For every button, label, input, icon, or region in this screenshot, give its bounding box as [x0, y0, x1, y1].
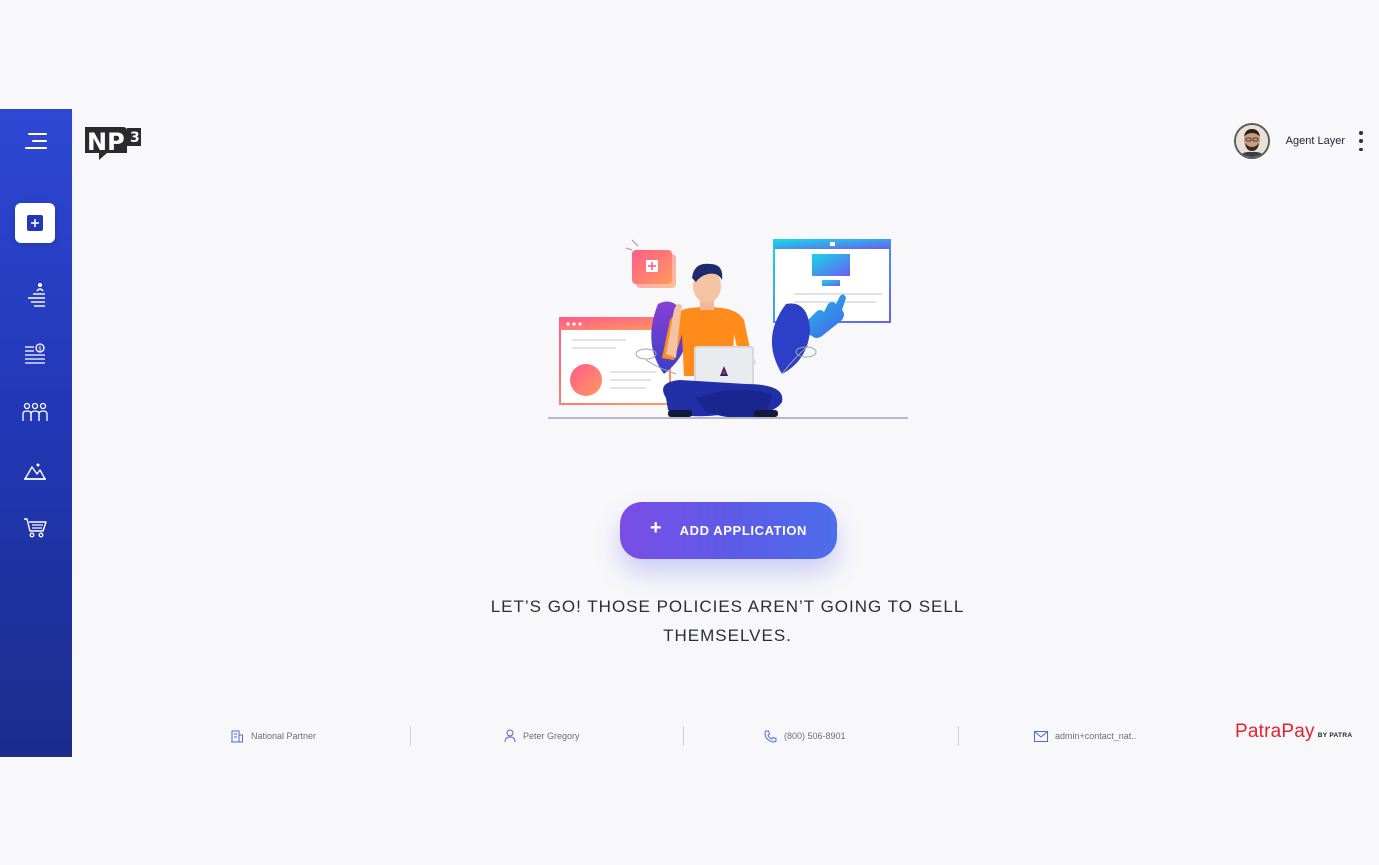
phone-icon — [764, 730, 777, 743]
user-name[interactable]: Agent Layer — [1286, 135, 1345, 147]
sidebar-item-add-application[interactable] — [15, 203, 55, 243]
phone-number: (800) 506-8901 — [784, 731, 846, 741]
np3-logo[interactable]: NP 3 — [83, 122, 143, 162]
hero-illustration — [546, 234, 910, 430]
footer-divider — [410, 726, 411, 746]
sidebar: $ — [0, 109, 72, 757]
sidebar-item-reports[interactable] — [14, 451, 56, 491]
menu-icon — [25, 133, 47, 149]
partner-name: National Partner — [251, 731, 317, 741]
cart-icon — [24, 518, 47, 538]
app-shell: $ NP 3 Agent Layer + ADD APPLICATION LET… — [0, 109, 1379, 757]
add-application-label: ADD APPLICATION — [679, 523, 808, 538]
sidebar-item-commissions[interactable]: $ — [14, 334, 56, 374]
footer-phone[interactable]: (800) 506-8901 — [764, 721, 846, 751]
plus-square-icon — [27, 215, 43, 231]
sidebar-item-team[interactable] — [14, 392, 56, 432]
dollar-list-icon: $ — [25, 343, 45, 364]
footer-contact: Peter Gregory — [504, 721, 580, 751]
sidebar-item-agents[interactable] — [14, 275, 56, 315]
svg-text:$: $ — [38, 346, 42, 353]
brand-by: BY PATRA — [1317, 732, 1353, 739]
tagline: LET’S GO! THOSE POLICIES AREN’T GOING TO… — [490, 597, 965, 645]
patrapay-logo[interactable]: PatraPay BY PATRA — [1235, 721, 1352, 751]
email-address: admin+contact_nat.. — [1055, 731, 1137, 741]
org-list-icon — [28, 283, 45, 307]
footer: National Partner Peter Gregory (800) 506… — [72, 721, 1379, 751]
footer-divider — [958, 726, 959, 746]
footer-email[interactable]: admin+contact_nat.. — [1034, 721, 1136, 751]
svg-text:3: 3 — [130, 130, 140, 146]
mail-icon — [1034, 730, 1048, 742]
sidebar-item-store[interactable] — [14, 508, 56, 548]
add-application-button[interactable]: + ADD APPLICATION — [620, 502, 837, 559]
plus-icon: + — [649, 517, 662, 539]
menu-button[interactable] — [14, 121, 56, 161]
more-options-icon[interactable] — [1357, 131, 1365, 151]
building-icon — [231, 730, 243, 743]
person-icon — [504, 729, 516, 743]
svg-text:NP: NP — [87, 128, 125, 156]
people-group-icon — [22, 402, 48, 421]
mountain-chart-icon — [24, 463, 46, 480]
contact-name: Peter Gregory — [523, 731, 580, 741]
avatar[interactable] — [1233, 123, 1270, 159]
brand-name: PatraPay — [1235, 721, 1315, 742]
footer-partner: National Partner — [230, 721, 316, 751]
footer-divider — [683, 726, 684, 746]
user-menu[interactable]: Agent Layer — [1233, 122, 1365, 160]
